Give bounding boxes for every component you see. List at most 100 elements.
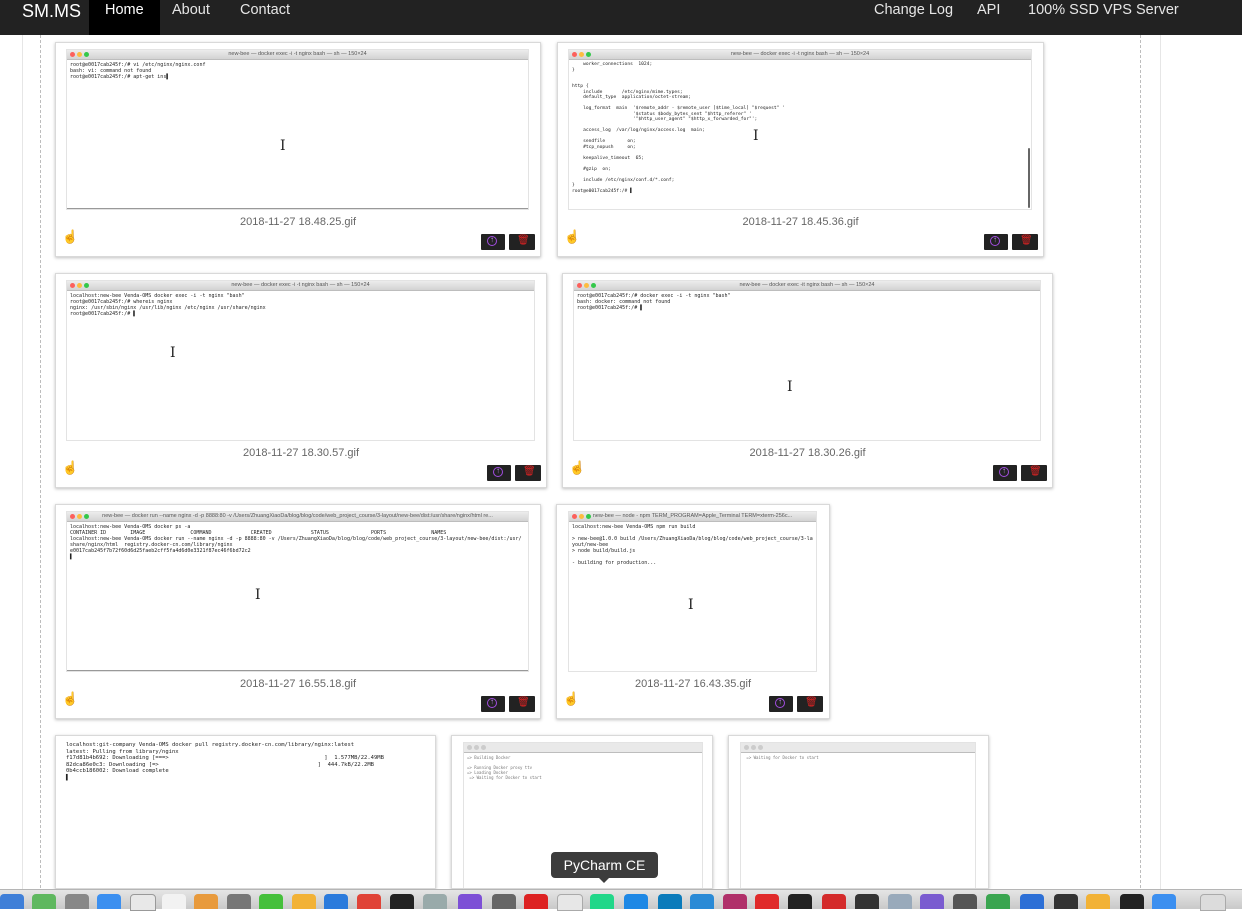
window-title: new-bee — docker exec -i -t nginx bash —… <box>231 282 370 288</box>
netease-music-icon[interactable] <box>822 894 846 909</box>
navbar: SM.MS Home About Contact Change Log API … <box>0 0 1242 35</box>
scrollbar[interactable] <box>1028 148 1030 208</box>
nav-api[interactable]: API <box>977 0 1000 35</box>
hand-pointer-icon[interactable]: ☝ <box>62 461 78 475</box>
upload-button[interactable]: ↑ <box>769 696 793 712</box>
nav-home[interactable]: Home <box>89 0 160 35</box>
ibeam-cursor-icon: I <box>688 597 694 613</box>
delete-button[interactable]: 🗑 <box>1012 234 1038 250</box>
upload-circle-icon: ↑ <box>490 697 494 706</box>
app-icon[interactable] <box>723 894 747 909</box>
image-thumbnail[interactable]: new-bee — docker exec -i -t nginx bash —… <box>568 49 1032 210</box>
sublime-icon[interactable] <box>492 894 516 909</box>
app-icon[interactable] <box>1054 894 1078 909</box>
upload-circle-icon: ↑ <box>496 466 500 475</box>
terminal-text: localhost:git-company Venda-OMS docker p… <box>66 742 384 781</box>
launchpad-icon[interactable] <box>65 894 89 909</box>
terminal-titlebar <box>464 743 702 753</box>
image-card: new-bee — docker exec -i -t nginx bash —… <box>557 42 1044 257</box>
image-thumbnail[interactable]: new-bee — docker exec -i -t nginx bash —… <box>66 49 529 210</box>
app-icon[interactable] <box>986 894 1010 909</box>
app-icon[interactable] <box>920 894 944 909</box>
app-icon[interactable] <box>624 894 648 909</box>
app-icon[interactable] <box>888 894 912 909</box>
delete-button[interactable]: 🗑 <box>515 465 541 481</box>
delete-button[interactable]: 🗑 <box>797 696 823 712</box>
trash-icon[interactable] <box>1200 894 1226 911</box>
ibeam-cursor-icon: I <box>170 345 176 361</box>
filename: 2018-11-27 18.30.57.gif <box>243 447 359 459</box>
ibeam-cursor-icon: I <box>255 587 261 603</box>
image-card: new-bee — docker exec -i -t nginx bash —… <box>55 42 541 257</box>
ibeam-cursor-icon: I <box>787 379 793 395</box>
pycharm-icon[interactable] <box>590 894 614 909</box>
app-icon[interactable] <box>1120 894 1144 909</box>
app-icon[interactable] <box>423 894 447 909</box>
image-thumbnail[interactable]: new-bee — docker exec -it nginx bash — s… <box>573 280 1041 441</box>
upload-circle-icon: ↑ <box>993 235 997 244</box>
app-icon[interactable] <box>524 894 548 909</box>
app-icon[interactable] <box>1152 894 1176 909</box>
finder-icon[interactable] <box>0 894 24 909</box>
nav-contact[interactable]: Contact <box>240 0 290 35</box>
window-title: new-bee — docker exec -i -t nginx bash —… <box>730 51 870 57</box>
image-thumbnail[interactable]: new-bee — node - npm TERM_PROGRAM=Apple_… <box>568 511 817 672</box>
app-icon[interactable] <box>557 894 583 911</box>
wechat-icon[interactable] <box>259 894 283 909</box>
hand-pointer-icon[interactable]: ☝ <box>569 461 585 475</box>
app-icon[interactable] <box>953 894 977 909</box>
qq-icon[interactable] <box>390 894 414 909</box>
maps-icon[interactable] <box>32 894 56 909</box>
app-icon[interactable] <box>855 894 879 909</box>
upload-circle-icon: ↑ <box>490 235 494 244</box>
brand-logo[interactable]: SM.MS <box>22 0 81 35</box>
hand-pointer-icon[interactable]: ☝ <box>62 692 78 706</box>
app-icon[interactable] <box>755 894 779 909</box>
upload-button[interactable]: ↑ <box>481 234 505 250</box>
terminal-text: root@e0017cab245f:/# vi /etc/nginx/nginx… <box>70 62 206 80</box>
app-icon[interactable] <box>292 894 316 909</box>
delete-button[interactable]: 🗑 <box>509 696 535 712</box>
mail-icon[interactable] <box>97 894 121 909</box>
upload-button[interactable]: ↑ <box>993 465 1017 481</box>
window-title: new-bee — docker exec -i -t nginx bash —… <box>228 51 367 57</box>
terminal-titlebar: new-bee — docker exec -it nginx bash — s… <box>574 281 1040 291</box>
filename: 2018-11-27 18.30.26.gif <box>749 447 866 459</box>
chrome-icon[interactable] <box>357 894 381 909</box>
image-thumbnail[interactable]: new-bee — docker exec -i -t nginx bash —… <box>66 280 535 441</box>
delete-button[interactable]: 🗑 <box>509 234 535 250</box>
hand-pointer-icon[interactable]: ☝ <box>563 692 579 706</box>
app-icon[interactable] <box>324 894 348 909</box>
ibeam-cursor-icon: I <box>753 128 759 144</box>
delete-button[interactable]: 🗑 <box>1021 465 1047 481</box>
terminal-text: => Waiting for Docker to start => Done. … <box>746 755 819 760</box>
terminal-text: localhost:new-bee Venda-OMS npm run buil… <box>572 524 813 566</box>
upload-button[interactable]: ↑ <box>984 234 1008 250</box>
webstorm-icon[interactable] <box>658 894 682 909</box>
photos-icon[interactable] <box>194 894 218 909</box>
trash-icon: 🗑 <box>1020 235 1033 246</box>
settings-icon[interactable] <box>227 894 251 909</box>
terminal-titlebar: new-bee — docker exec -i -t nginx bash —… <box>67 281 534 291</box>
image-card: new-bee — docker exec -it nginx bash — s… <box>562 273 1053 488</box>
nav-about[interactable]: About <box>172 0 210 35</box>
window-title: new-bee — docker run --name nginx -d -p … <box>102 513 493 519</box>
upload-button[interactable]: ↑ <box>481 696 505 712</box>
app-icon[interactable] <box>1086 894 1110 909</box>
app-icon[interactable] <box>1020 894 1044 909</box>
ibeam-cursor-icon: I <box>280 138 286 154</box>
calendar-icon[interactable] <box>162 894 186 909</box>
upload-button[interactable]: ↑ <box>487 465 511 481</box>
upload-circle-icon: ↑ <box>778 697 782 706</box>
image-card: => Waiting for Docker to start => Done. … <box>728 735 989 889</box>
image-thumbnail[interactable]: => Waiting for Docker to start => Done. … <box>740 742 976 888</box>
safari-icon[interactable] <box>130 894 156 911</box>
vscode-icon[interactable] <box>690 894 714 909</box>
image-thumbnail[interactable]: new-bee — docker run --name nginx -d -p … <box>66 511 529 672</box>
app-icon[interactable] <box>458 894 482 909</box>
nav-vps[interactable]: 100% SSD VPS Server <box>1028 0 1179 35</box>
terminal-icon[interactable] <box>788 894 812 909</box>
hand-pointer-icon[interactable]: ☝ <box>564 230 580 244</box>
hand-pointer-icon[interactable]: ☝ <box>62 230 78 244</box>
nav-change-log[interactable]: Change Log <box>874 0 953 35</box>
